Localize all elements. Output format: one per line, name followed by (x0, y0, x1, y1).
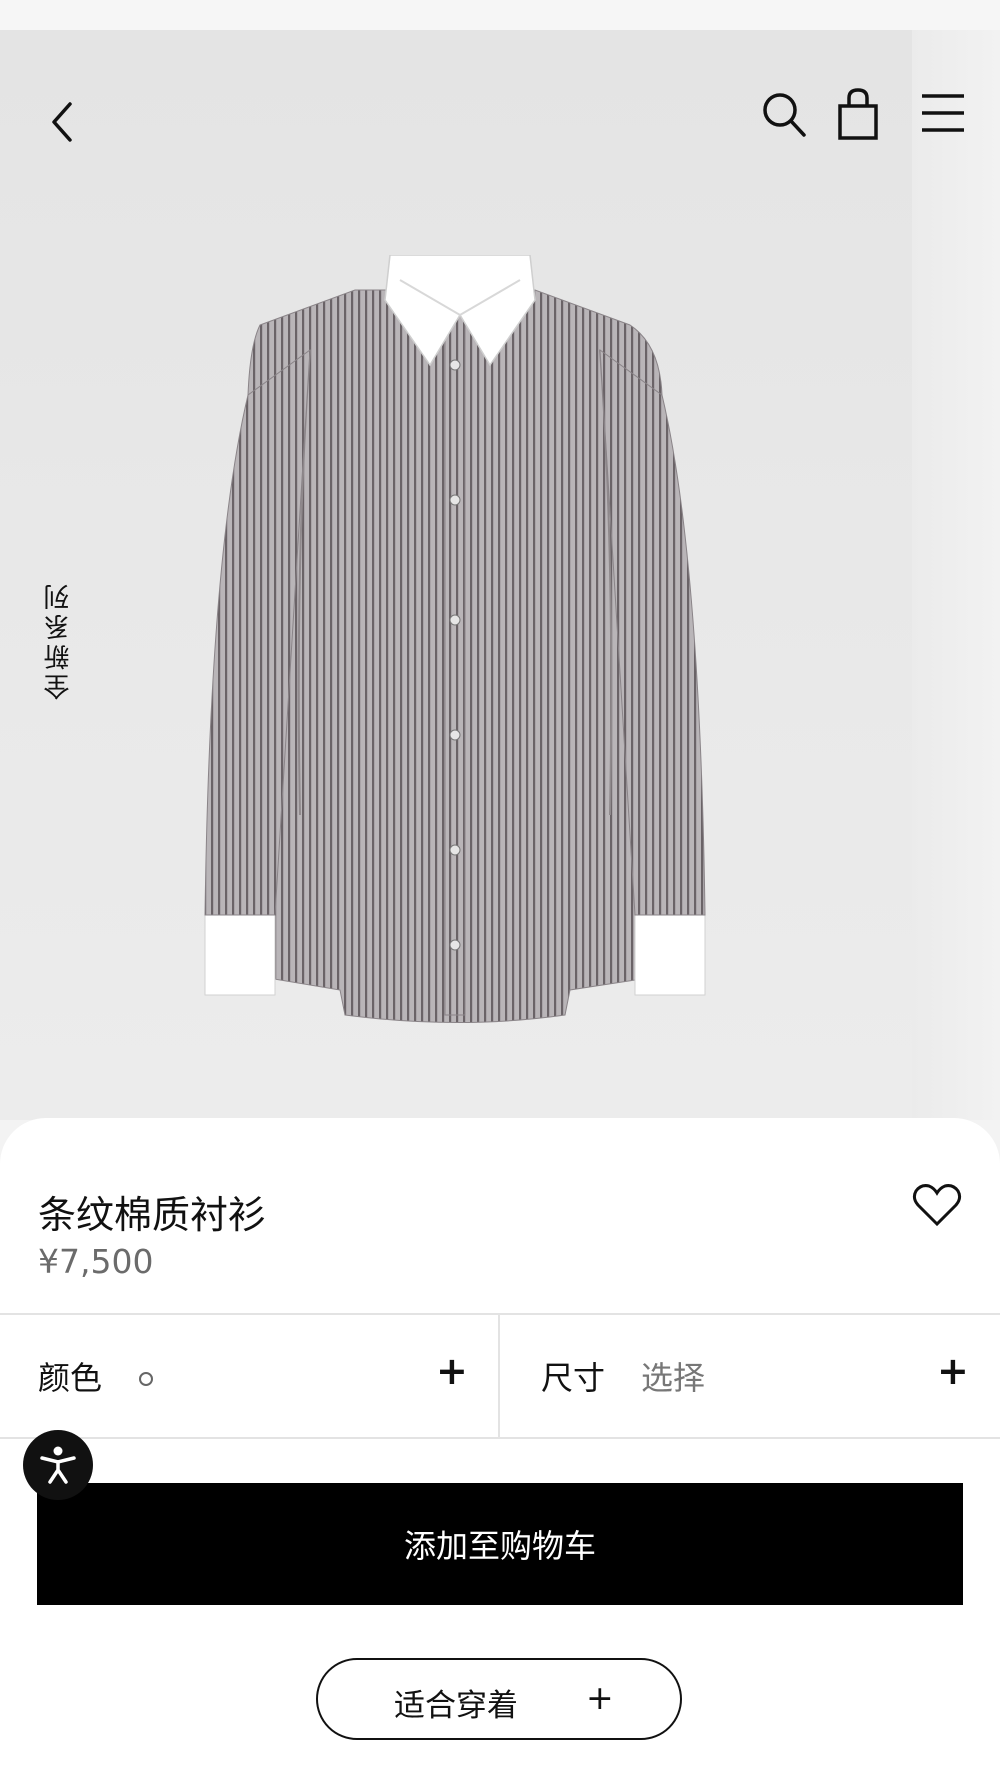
shopping-bag-icon (838, 88, 878, 140)
accessibility-button[interactable] (23, 1430, 93, 1500)
heart-icon (912, 1184, 962, 1227)
product-page: 全新系列 条纹棉质衬衫 ¥7,500 颜色 + 尺寸 选择 + 添加至购物车 适… (0, 0, 1000, 1775)
size-value: 选择 (641, 1359, 706, 1397)
wishlist-button[interactable] (912, 1182, 962, 1232)
product-price: ¥7,500 (38, 1242, 154, 1281)
status-strip (0, 0, 1000, 30)
color-expand-plus[interactable]: + (436, 1349, 468, 1393)
product-photo (204, 255, 706, 1023)
accessibility-icon (40, 1446, 76, 1484)
color-selector[interactable]: 颜色 + (0, 1315, 500, 1437)
product-title: 条纹棉质衬衫 (38, 1193, 267, 1237)
back-button[interactable] (44, 94, 80, 150)
size-selector[interactable]: 尺寸 选择 + (501, 1315, 1000, 1437)
fit-plus-icon: + (586, 1678, 614, 1717)
next-image-peek[interactable] (912, 30, 1000, 1120)
size-label: 尺寸 (541, 1359, 606, 1397)
add-to-cart-button[interactable]: 添加至购物车 (37, 1483, 963, 1605)
shopping-bag-button[interactable] (836, 86, 880, 142)
fit-details-button[interactable]: 适合穿着 + (316, 1658, 682, 1740)
search-icon (763, 93, 806, 137)
size-expand-plus[interactable]: + (937, 1349, 969, 1393)
color-label: 颜色 (38, 1359, 103, 1397)
product-image-area[interactable]: 全新系列 (0, 30, 912, 1120)
color-dot-icon (139, 1372, 153, 1386)
search-button[interactable] (760, 88, 810, 142)
fit-label: 适合穿着 (394, 1688, 518, 1724)
menu-button[interactable] (920, 90, 966, 136)
new-collection-label[interactable]: 全新系列 (40, 580, 77, 700)
option-selectors: 颜色 + 尺寸 选择 + (0, 1313, 1000, 1439)
hamburger-menu-icon (922, 94, 964, 132)
chevron-left-icon (52, 102, 72, 142)
